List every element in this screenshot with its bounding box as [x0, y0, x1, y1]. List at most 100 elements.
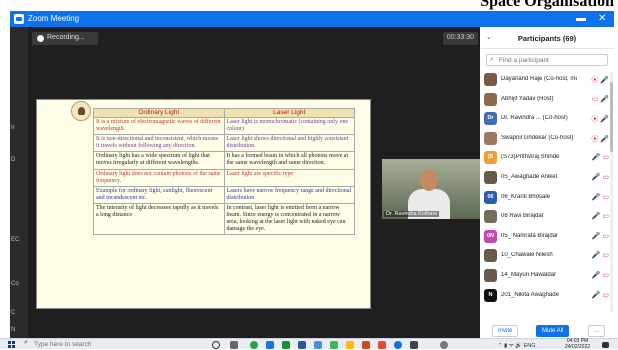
- close-button[interactable]: ✕: [598, 13, 606, 25]
- table-cell: Laser light is monochromatic (containing…: [224, 118, 355, 135]
- avatar: [484, 210, 497, 223]
- muted-mic-icon[interactable]: 🎤 ▭: [592, 212, 609, 220]
- table-cell: In contrast, laser light is emitted from…: [224, 203, 355, 234]
- system-tray[interactable]: ⌃ ▮ ᯤ 🔊 ENG: [498, 341, 536, 349]
- table-cell: Laser light shows directional and highly…: [224, 135, 355, 152]
- table-row: Example for ordinary light, sunlight, fl…: [94, 186, 355, 203]
- participant-name: Swapnil Ghdekar (Co-host): [501, 135, 577, 141]
- shared-slide: Ordinary Light Laser Light It is a mixtu…: [36, 99, 371, 309]
- windows-taskbar: ⌕ ⌃ ▮ ᯤ 🔊 ENG 04:03 PM 24/02/2022: [0, 338, 618, 349]
- left-strip-label: Ir: [11, 125, 15, 131]
- left-gallery-strip: Ir D EC Co C N: [10, 27, 28, 338]
- participant-row[interactable]: N201_Nikita Awaghade🎤 ▭: [480, 286, 614, 306]
- avatar: [484, 93, 497, 106]
- search-icon: ⌕: [24, 339, 28, 347]
- speaker-video-tile[interactable]: Dr. Ravindra Kothare: [382, 159, 480, 219]
- participant-scrollbar[interactable]: [610, 72, 613, 312]
- avatar: [484, 269, 497, 282]
- muted-mic-icon[interactable]: 🎤 ▭: [592, 271, 609, 279]
- find-participant-box[interactable]: ⌕: [486, 54, 608, 66]
- notification-icon[interactable]: [602, 342, 609, 348]
- participant-row[interactable]: (S(S73)Prithviraj Shinde🎤 ▭: [480, 148, 614, 168]
- calendar-icon[interactable]: [314, 341, 322, 349]
- participants-panel: ⌄ Participants (69) ⌕ Dayanand Raje (Co-…: [480, 27, 614, 338]
- recording-label: Recording...: [47, 34, 85, 41]
- participants-footer: Invite Mute All ...: [480, 324, 614, 338]
- invite-button[interactable]: Invite: [492, 325, 518, 337]
- file-explorer-icon[interactable]: [346, 341, 354, 349]
- participant-row[interactable]: 05_Awaghade Aniket 🎤 ▭: [480, 168, 614, 188]
- excel-icon[interactable]: [282, 341, 290, 349]
- muted-mic-icon[interactable]: 🎤 ▭: [592, 251, 609, 259]
- avatar: 0N: [484, 230, 497, 243]
- participant-row[interactable]: Dayanand Raje (Co-host, me) ⦿ 🎤: [480, 70, 614, 90]
- participant-row[interactable]: 14_Mayuri Hawaldar 🎤 ▭: [480, 266, 614, 286]
- participant-row[interactable]: 08 Ravi Birajdar 🎤 ▭: [480, 207, 614, 227]
- left-strip-label: N: [11, 327, 15, 333]
- muted-mic-icon[interactable]: ▭ 🎤: [592, 95, 609, 103]
- word-icon[interactable]: [298, 341, 306, 349]
- table-cell: Example for ordinary light, sunlight, fl…: [94, 186, 225, 203]
- institution-logo-icon: [71, 101, 91, 121]
- powerpoint-icon[interactable]: [362, 341, 370, 349]
- zoom-taskbar-icon[interactable]: [394, 341, 402, 349]
- muted-mic-icon[interactable]: 🎤 ▭: [592, 232, 609, 240]
- muted-mic-icon[interactable]: 🎤 ▭: [592, 173, 609, 181]
- participants-header: ⌄ Participants (69): [480, 27, 614, 49]
- muted-mic-icon[interactable]: 🎤 ▭: [592, 193, 609, 201]
- participant-name: (S73)Prithviraj Shinde: [501, 154, 577, 160]
- participant-row[interactable]: 0606_Kranti Bhosale🎤 ▭: [480, 188, 614, 208]
- meeting-timer: 00:33:30: [443, 32, 478, 45]
- table-cell: It is a mixture of electromagnetic waves…: [94, 118, 225, 135]
- header-text: Space Organisation: [480, 0, 614, 11]
- edge-icon[interactable]: [266, 341, 274, 349]
- table-row: Ordinary light has a wide spectrum of li…: [94, 152, 355, 169]
- muted-mic-icon[interactable]: 🎤 ▭: [592, 153, 609, 161]
- muted-mic-icon[interactable]: ⦿ 🎤: [591, 75, 609, 85]
- shared-screen-area[interactable]: Recording... 00:33:30 Ordinary Light Las…: [28, 27, 480, 338]
- participant-name: 201_Nikita Awaghade: [501, 292, 577, 298]
- participant-name: Dayanand Raje (Co-host, me): [501, 76, 577, 82]
- participant-name: 05_ Namrata Birajdar: [501, 233, 577, 239]
- participant-row[interactable]: 10_Chawale Nilesh 🎤 ▭: [480, 246, 614, 266]
- left-strip-label: D: [11, 157, 15, 163]
- table-row: Ordinary light does not contain photons …: [94, 169, 355, 186]
- more-button[interactable]: ...: [588, 325, 605, 337]
- app-icon[interactable]: [410, 341, 418, 349]
- muted-mic-icon[interactable]: 🎤 ▭: [592, 291, 609, 299]
- avatar: 06: [484, 191, 497, 204]
- participant-row[interactable]: Abhijit Yadav (Host)▭ 🎤: [480, 90, 614, 110]
- participant-name: 08 Ravi Birajdar: [501, 213, 577, 219]
- participant-row[interactable]: 0N 05_ Namrata Birajdar 🎤 ▭: [480, 227, 614, 247]
- recording-indicator[interactable]: Recording...: [32, 32, 98, 45]
- participant-row[interactable]: Swapnil Ghdekar (Co-host) ⦿ 🎤: [480, 129, 614, 149]
- participant-name: 10_Chawale Nilesh: [501, 252, 577, 258]
- participant-row[interactable]: DrDr. Ravindra ... (Co-host)⦿ 🎤: [480, 109, 614, 129]
- media-icon[interactable]: [378, 341, 386, 349]
- muted-mic-icon[interactable]: ⦿ 🎤: [591, 114, 609, 124]
- participant-name: 14_Mayuri Hawaldar: [501, 272, 577, 278]
- task-view-icon[interactable]: [230, 341, 238, 349]
- speaker-head: [420, 169, 438, 191]
- mute-all-button[interactable]: Mute All: [536, 325, 569, 337]
- app-icon[interactable]: [330, 341, 338, 349]
- recording-icon: [37, 35, 44, 42]
- windows-start-icon[interactable]: [8, 341, 15, 348]
- table-cell: It is non-directional and inconsistent, …: [94, 135, 225, 152]
- title-bar: Zoom Meeting ▬ ✕: [10, 11, 614, 27]
- find-participant-input[interactable]: [499, 56, 599, 65]
- cortana-icon[interactable]: [212, 341, 220, 349]
- table-cell: Ordinary light has a wide spectrum of li…: [94, 152, 225, 169]
- taskbar-search[interactable]: ⌕: [22, 340, 172, 349]
- taskbar-search-input[interactable]: [34, 340, 154, 349]
- table-header: Laser Light: [224, 109, 355, 118]
- settings-gear-icon[interactable]: [440, 341, 448, 349]
- minimize-button[interactable]: ▬: [576, 13, 586, 25]
- table-header: Ordinary Light: [94, 109, 225, 118]
- participant-list: Dayanand Raje (Co-host, me) ⦿ 🎤 Abhijit Ya…: [480, 70, 614, 320]
- chrome-icon[interactable]: [250, 341, 258, 349]
- taskbar-clock[interactable]: 04:03 PM 24/02/2022: [565, 339, 590, 350]
- clock-date: 24/02/2022: [565, 345, 590, 350]
- participant-name: 05_Awaghade Aniket: [501, 174, 577, 180]
- muted-mic-icon[interactable]: ⦿ 🎤: [591, 134, 609, 144]
